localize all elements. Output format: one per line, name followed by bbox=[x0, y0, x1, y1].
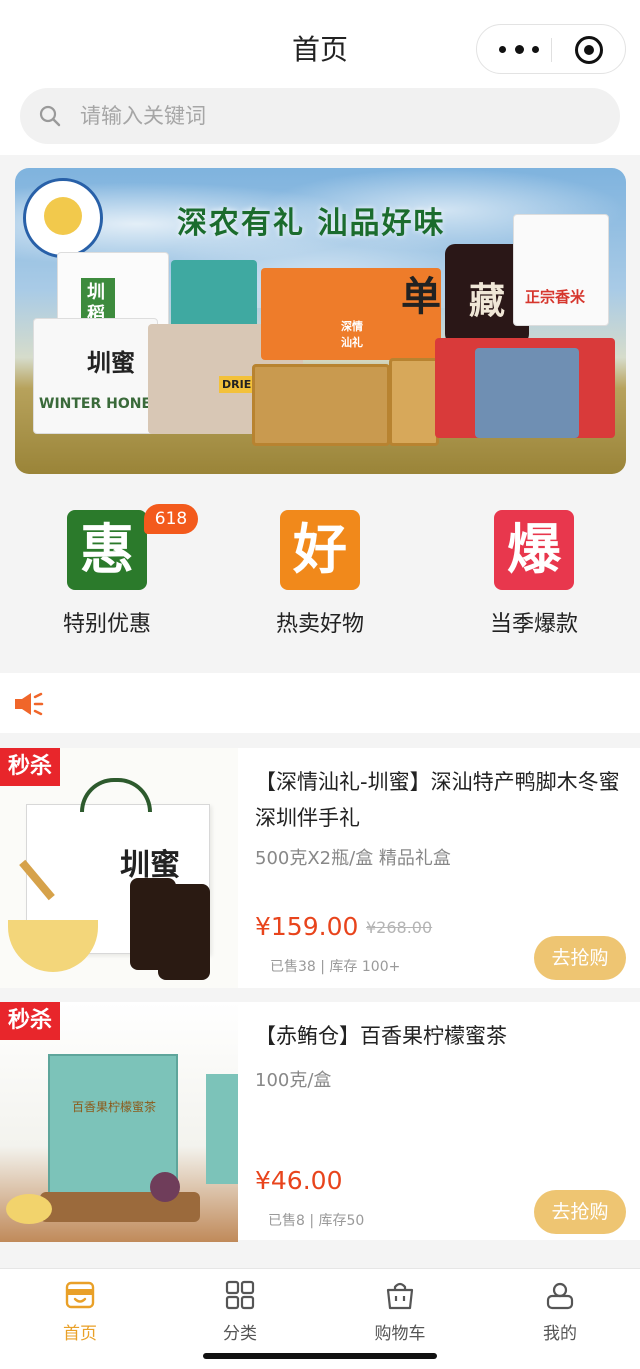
user-icon bbox=[546, 1282, 574, 1310]
product-card[interactable]: 百香果柠檬蜜茶 秒杀 【赤鲔仓】百香果柠檬蜜茶 100克/盒 ¥46.00 已售… bbox=[0, 1002, 640, 1242]
product-title: 【深情汕礼-圳蜜】深汕特产鸭脚木冬蜜 深圳伴手礼 bbox=[255, 770, 620, 830]
header: 首页 bbox=[0, 0, 640, 155]
cart-icon bbox=[386, 1282, 414, 1310]
banner-label: 正宗香米 bbox=[525, 288, 586, 306]
product-gift-bag bbox=[475, 348, 579, 438]
product-spec: 100克/盒 bbox=[255, 1070, 332, 1091]
sales-stock: 已售8 | 库存50 bbox=[268, 1213, 365, 1229]
category-tile: 惠 bbox=[67, 510, 147, 590]
product-spec: 500克X2瓶/盒 精品礼盒 bbox=[255, 848, 451, 869]
tea-box-label: 百香果柠檬蜜茶 bbox=[71, 1100, 156, 1114]
banner-label: 圳蜜 bbox=[87, 349, 135, 377]
product-tray-left bbox=[252, 364, 390, 446]
original-price: ¥268.00 bbox=[366, 918, 433, 937]
category-row: 惠 618 特别优惠 好 热卖好物 爆 当季爆款 bbox=[0, 490, 640, 650]
home-indicator bbox=[203, 1353, 437, 1359]
close-target-icon[interactable] bbox=[575, 36, 603, 64]
search-icon bbox=[39, 105, 61, 127]
product-price: ¥46.00 bbox=[255, 1166, 343, 1195]
lemon-slice bbox=[6, 1194, 52, 1224]
category-special-offer[interactable]: 惠 618 特别优惠 bbox=[27, 504, 198, 640]
banner-label: 深情汕礼 bbox=[341, 320, 363, 349]
category-seasonal[interactable]: 爆 当季爆款 bbox=[454, 510, 614, 640]
notice-bar[interactable] bbox=[0, 673, 640, 733]
more-icon[interactable] bbox=[499, 39, 539, 59]
mini-program-capsule bbox=[476, 24, 626, 74]
category-tile: 爆 bbox=[494, 510, 574, 590]
capsule-divider bbox=[551, 38, 552, 62]
product-title: 【赤鲔仓】百香果柠檬蜜茶 bbox=[255, 1024, 507, 1048]
category-hot-sale[interactable]: 好 热卖好物 bbox=[240, 510, 400, 640]
product-tray-right bbox=[389, 358, 439, 446]
honey-jar bbox=[158, 884, 210, 980]
tab-label: 购物车 bbox=[374, 1324, 426, 1344]
badge-618: 618 bbox=[144, 504, 198, 534]
product-card[interactable]: 圳蜜 秒杀 【深情汕礼-圳蜜】深汕特产鸭脚木冬蜜 深圳伴手礼 500克X2瓶/盒… bbox=[0, 748, 640, 988]
buy-now-button[interactable]: 去抢购 bbox=[534, 936, 626, 980]
flash-sale-tag: 秒杀 bbox=[0, 748, 60, 786]
sales-stock: 已售38 | 库存 100+ bbox=[270, 959, 401, 975]
tab-cart[interactable]: 购物车 bbox=[320, 1277, 480, 1347]
tea-box-side bbox=[206, 1074, 238, 1184]
speaker-icon bbox=[15, 692, 44, 716]
tab-home[interactable]: 首页 bbox=[0, 1277, 160, 1347]
category-label: 热卖好物 bbox=[275, 612, 364, 637]
category-label: 特别优惠 bbox=[62, 612, 151, 637]
honey-bowl bbox=[8, 920, 98, 972]
passion-fruit bbox=[150, 1172, 180, 1202]
category-tile: 好 bbox=[280, 510, 360, 590]
tab-label: 分类 bbox=[223, 1324, 257, 1344]
flash-sale-tag: 秒杀 bbox=[0, 1002, 60, 1040]
search-bar[interactable] bbox=[20, 88, 620, 144]
banner-slogan: 深农有礼 汕品好味 bbox=[177, 206, 446, 241]
product-price: ¥159.00 bbox=[255, 912, 359, 941]
banner-label: 单 bbox=[401, 274, 441, 320]
buy-now-button[interactable]: 去抢购 bbox=[534, 1190, 626, 1234]
tab-label: 我的 bbox=[543, 1324, 577, 1344]
tab-category[interactable]: 分类 bbox=[160, 1277, 320, 1347]
category-label: 当季爆款 bbox=[489, 612, 578, 637]
brand-logo bbox=[23, 178, 103, 258]
banner-label: 藏 bbox=[469, 281, 506, 322]
search-input[interactable] bbox=[80, 96, 580, 136]
tab-profile[interactable]: 我的 bbox=[480, 1277, 640, 1347]
tab-label: 首页 bbox=[63, 1324, 97, 1344]
box-handle bbox=[80, 778, 152, 812]
product-rice-bag bbox=[513, 214, 609, 326]
home-bag-icon bbox=[65, 1281, 95, 1309]
grid-icon bbox=[225, 1280, 255, 1310]
banner-label: WINTER HONEY bbox=[39, 396, 162, 412]
promo-banner[interactable]: 深农有礼 汕品好味 圳稻 圳蜜 WINTER HONEY DRIED SQUID… bbox=[15, 168, 626, 474]
